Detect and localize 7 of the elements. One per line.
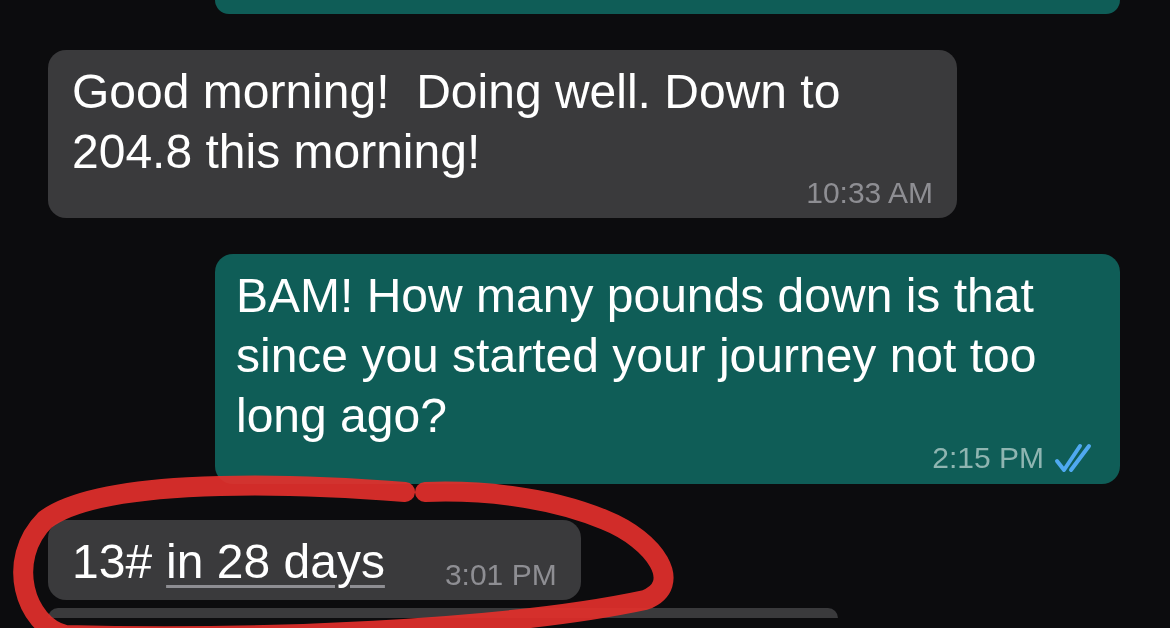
date-link[interactable]: in 28 days <box>166 532 385 592</box>
message-time: 2:15 PM <box>932 443 1044 473</box>
message-time: 3:01 PM <box>444 560 557 590</box>
message-time: 10:33 AM <box>806 178 933 208</box>
message-text: 13# <box>72 534 153 590</box>
message-text: BAM! How many pounds down is that since you started your journey not too long ago? <box>236 268 1038 444</box>
message-text: Good morning! Doing well. Down to 204.8 this morning! <box>72 64 842 180</box>
